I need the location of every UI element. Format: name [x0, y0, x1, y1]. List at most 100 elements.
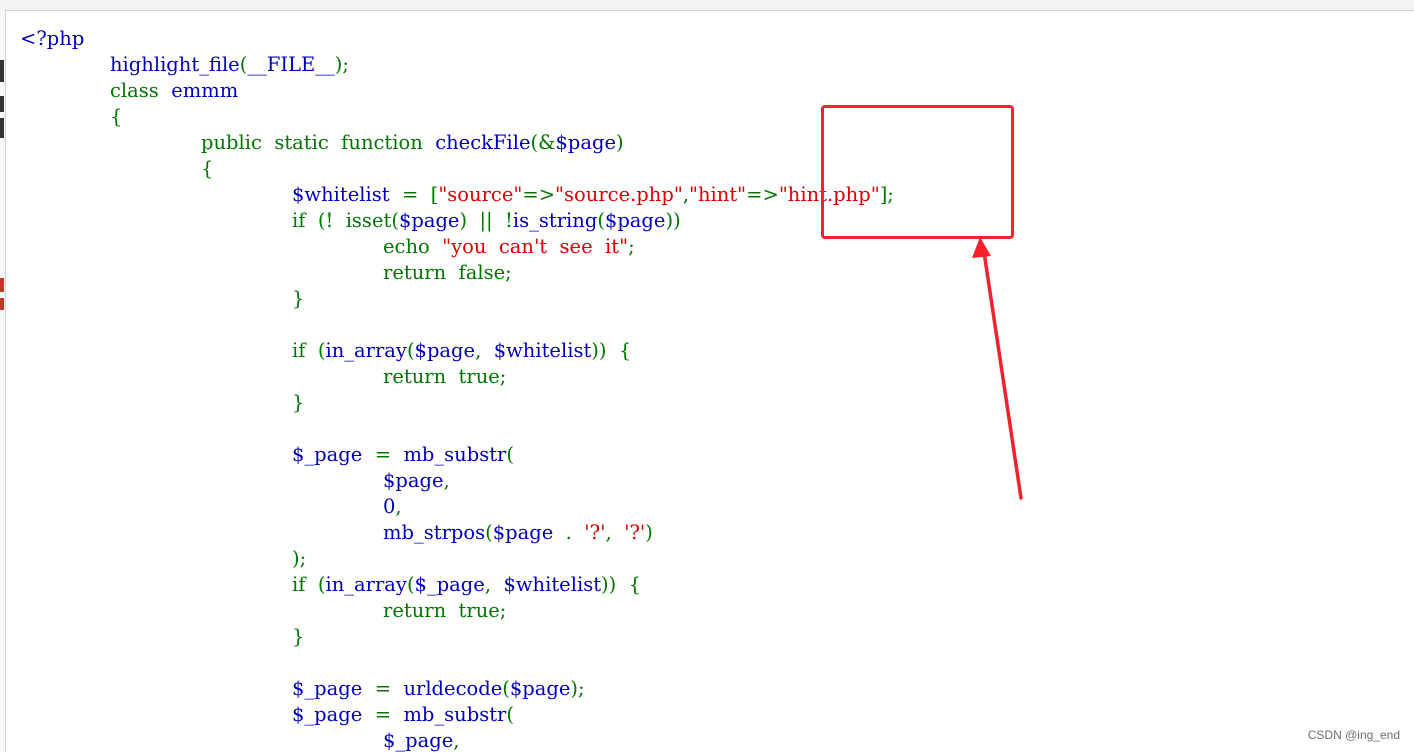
code-token: if ( [292, 339, 326, 362]
code-token: is_string [512, 209, 598, 232]
watermark-text: CSDN @ing_end [1307, 728, 1400, 742]
code-token: ( [406, 573, 415, 596]
code-token: $_page [292, 677, 375, 700]
code-token: = [374, 677, 404, 700]
code-token: "source.php" [555, 183, 683, 206]
code-token: ( [506, 703, 514, 726]
code-token: "source" [438, 183, 523, 206]
php-source-listing: <?php highlight_file ( __FILE__); class emmm… [0, 0, 1414, 752]
code-token: = [ [401, 183, 439, 206]
code-token: { [110, 105, 123, 128]
code-token: , [443, 469, 450, 492]
code-token: ( [502, 677, 510, 700]
code-line: $_page, [383, 728, 460, 754]
code-token: '?' [624, 521, 646, 544]
code-token: return true; [383, 365, 507, 388]
code-token: = [374, 703, 404, 726]
code-token: ; [628, 235, 635, 258]
code-line: $_page = mb_substr( [292, 702, 514, 728]
code-token: ) [645, 521, 653, 544]
code-token: , [395, 495, 402, 518]
code-token: checkFile [435, 131, 531, 154]
code-line: $whitelist = ["source"=>"source.php","hi… [292, 182, 894, 208]
code-token: return false; [383, 261, 512, 284]
code-token: } [292, 625, 305, 648]
code-token: class [110, 79, 172, 102]
code-token: $_page [383, 729, 454, 752]
code-token: __FILE__ [247, 53, 335, 76]
code-token: return true; [383, 599, 507, 622]
code-token: $page [492, 521, 566, 544]
code-token: ); [292, 547, 307, 570]
code-token: if (! isset( [292, 209, 399, 232]
code-token: $_page [414, 573, 485, 596]
code-line: $page, [383, 468, 450, 494]
code-token: => [746, 183, 779, 206]
code-line: return false; [383, 260, 512, 286]
code-token: )) { [591, 339, 632, 362]
code-token: = [374, 443, 404, 466]
code-token: ( [485, 521, 493, 544]
code-token: $page [555, 131, 617, 154]
code-line: public static function checkFile(&$page) [201, 130, 624, 156]
code-line: } [292, 390, 304, 416]
code-line: return true; [383, 598, 506, 624]
code-line: echo "you can't see it"; [383, 234, 635, 260]
code-token: $page [509, 677, 571, 700]
annotation-highlight-box [821, 105, 1014, 239]
code-token: <?php [20, 27, 85, 50]
code-line: if (in_array($page, $whitelist)) { [292, 338, 631, 364]
code-token: ) [616, 131, 624, 154]
code-token: in_array [325, 339, 407, 362]
code-token: ); [570, 677, 585, 700]
code-token: $_page [292, 443, 375, 466]
code-token: { [201, 157, 214, 180]
code-line: { [201, 156, 213, 182]
code-token: 0 [383, 495, 396, 518]
code-line: $_page = mb_substr( [292, 442, 514, 468]
code-token: "you can't see it" [442, 235, 629, 258]
code-token: , [484, 573, 504, 596]
code-token: $page [414, 339, 476, 362]
code-line: } [292, 286, 304, 312]
code-token: $whitelist [493, 339, 592, 362]
code-token: if ( [292, 573, 326, 596]
code-line: } [292, 624, 304, 650]
code-line: $_page = urldecode($page); [292, 676, 585, 702]
code-token: $page [604, 209, 666, 232]
code-token: $whitelist [292, 183, 402, 206]
code-token: )) [665, 209, 681, 232]
code-line: class emmm [110, 78, 238, 104]
code-line: 0, [383, 494, 402, 520]
code-token: , [453, 729, 460, 752]
code-token: . [565, 521, 585, 544]
code-token: , [475, 339, 494, 362]
code-token: echo [383, 235, 443, 258]
code-line: { [110, 104, 122, 130]
code-line: mb_strpos($page . '?', '?') [383, 520, 653, 546]
code-token: mb_substr [403, 703, 507, 726]
code-line: if (in_array($_page, $whitelist)) { [292, 572, 641, 598]
code-token: )) { [601, 573, 642, 596]
code-line: ); [292, 546, 306, 572]
code-token: $_page [292, 703, 375, 726]
code-token: emmm [171, 79, 239, 102]
code-token: $whitelist [503, 573, 602, 596]
code-token: mb_strpos [383, 521, 486, 544]
code-token: , [605, 521, 625, 544]
code-token: ); [334, 53, 349, 76]
code-token: ( [506, 443, 514, 466]
code-token: mb_substr [403, 443, 507, 466]
code-token: urldecode [403, 677, 503, 700]
code-token: ( [597, 209, 605, 232]
code-line: <?php [20, 26, 84, 52]
code-token: '?' [584, 521, 606, 544]
code-line: if (! isset($page) || !is_string($page)) [292, 208, 681, 234]
code-token: highlight_file [110, 53, 240, 76]
code-token: } [292, 287, 305, 310]
code-token: $page [383, 469, 444, 492]
code-token: => [522, 183, 556, 206]
code-token: "hint" [689, 183, 747, 206]
code-token: $page [398, 209, 460, 232]
code-token: public static function [201, 131, 436, 154]
